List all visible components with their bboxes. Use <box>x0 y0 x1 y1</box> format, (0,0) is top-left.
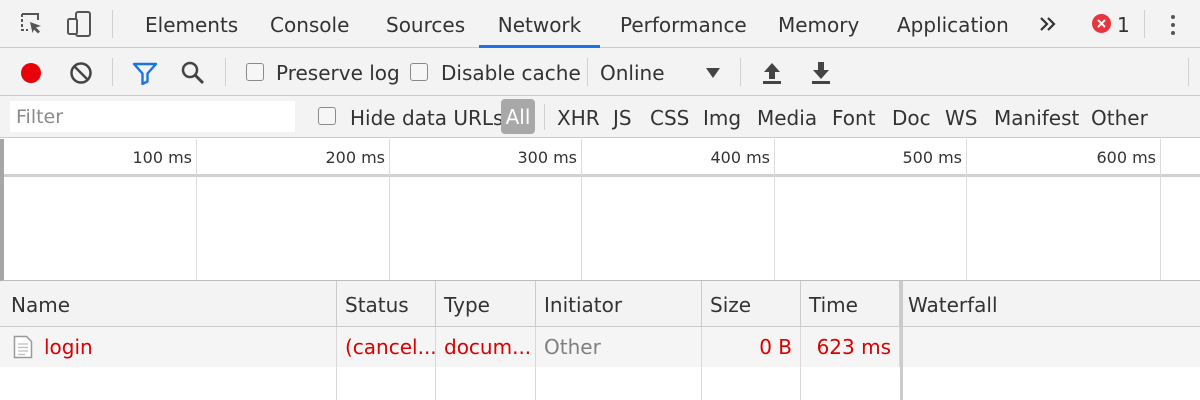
filter-icon[interactable] <box>130 58 160 88</box>
column-divider <box>701 367 702 400</box>
error-count[interactable]: 1 <box>1117 0 1130 50</box>
type-filter-doc[interactable]: Doc <box>892 96 931 140</box>
throttling-value: Online <box>600 61 665 85</box>
preserve-log-checkbox[interactable] <box>246 63 264 81</box>
column-divider <box>435 367 436 400</box>
network-request-table: Name Status Type Initiator Size Time Wat… <box>0 281 1200 400</box>
cell-type: docum... <box>436 327 536 367</box>
table-header: Name Status Type Initiator Size Time Wat… <box>0 281 1200 327</box>
cell-initiator: Other <box>536 327 702 367</box>
dropdown-arrow-icon <box>706 68 720 78</box>
type-filter-css[interactable]: CSS <box>650 96 689 140</box>
cell-time: 623 ms <box>801 327 900 367</box>
type-filter-xhr[interactable]: XHR <box>557 96 600 140</box>
timeline-gridline <box>581 139 582 280</box>
search-icon[interactable] <box>178 58 208 88</box>
toolbar-separator <box>112 10 113 38</box>
devtools-tabbar: Elements Console Sources Network Perform… <box>0 0 1200 48</box>
more-tabs-icon[interactable] <box>1034 10 1062 38</box>
column-header-status[interactable]: Status <box>337 281 436 327</box>
document-icon <box>13 335 33 359</box>
tab-sources[interactable]: Sources <box>384 0 467 48</box>
error-icon[interactable] <box>1092 14 1111 33</box>
toolbar-separator <box>225 58 226 86</box>
type-filter-img[interactable]: Img <box>703 96 741 140</box>
timeline-gridline <box>196 139 197 280</box>
network-toolbar: Preserve log Disable cache Online <box>0 48 1200 96</box>
type-filter-separator <box>544 104 545 130</box>
column-header-type[interactable]: Type <box>436 281 536 327</box>
type-filter-other[interactable]: Other <box>1091 96 1148 140</box>
record-icon[interactable] <box>16 58 46 88</box>
type-filter-ws[interactable]: WS <box>945 96 977 140</box>
export-har-icon[interactable] <box>806 58 836 88</box>
filter-input[interactable] <box>10 101 295 132</box>
tab-network[interactable]: Network <box>479 0 600 48</box>
column-divider <box>800 367 801 400</box>
hide-data-urls-label[interactable]: Hide data URLs <box>350 96 503 140</box>
type-filter-manifest[interactable]: Manifest <box>994 96 1079 140</box>
tab-memory[interactable]: Memory <box>776 0 861 48</box>
toolbar-separator <box>1144 10 1145 38</box>
hide-data-urls-checkbox[interactable] <box>318 107 336 125</box>
type-filter-all[interactable]: All <box>501 99 535 134</box>
clear-icon[interactable] <box>66 58 96 88</box>
cell-status: (cancel... <box>337 327 436 367</box>
kebab-menu-icon[interactable] <box>1164 10 1182 40</box>
timeline-gridline <box>774 139 775 280</box>
import-har-icon[interactable] <box>757 58 787 88</box>
tab-application[interactable]: Application <box>895 0 1011 48</box>
column-divider <box>535 367 536 400</box>
column-header-waterfall[interactable]: Waterfall <box>900 281 1200 327</box>
column-header-size[interactable]: Size <box>702 281 801 327</box>
toolbar-separator <box>1188 58 1189 86</box>
type-filter-font[interactable]: Font <box>832 96 876 140</box>
cell-name: login <box>0 327 337 367</box>
preserve-log-label[interactable]: Preserve log <box>276 48 400 98</box>
column-divider <box>336 367 337 400</box>
cell-waterfall <box>903 327 1200 367</box>
timeline-tick-label: 100 ms <box>132 148 192 167</box>
type-filter-media[interactable]: Media <box>757 96 817 140</box>
waterfall-divider[interactable] <box>900 281 903 400</box>
toolbar-separator <box>112 58 113 86</box>
filter-bar: Hide data URLs All XHR JS CSS Img Media … <box>0 96 1200 138</box>
inspect-element-icon[interactable] <box>18 10 46 38</box>
column-header-name[interactable]: Name <box>0 281 337 327</box>
tab-performance[interactable]: Performance <box>618 0 749 48</box>
tab-elements[interactable]: Elements <box>143 0 240 48</box>
timeline-tick-label: 400 ms <box>710 148 770 167</box>
column-header-initiator[interactable]: Initiator <box>536 281 702 327</box>
timeline-gridline <box>1160 139 1161 280</box>
timeline-tick-label: 500 ms <box>902 148 962 167</box>
device-toolbar-icon[interactable] <box>66 10 94 38</box>
toolbar-separator <box>587 58 588 86</box>
table-row[interactable]: login (cancel... docum... Other 0 B 623 … <box>0 327 1200 367</box>
timeline-overview[interactable]: 100 ms 200 ms 300 ms 400 ms 500 ms 600 m… <box>0 139 1200 281</box>
throttling-select[interactable]: Online <box>600 48 725 96</box>
request-name: login <box>44 335 93 359</box>
toolbar-separator <box>740 58 741 86</box>
disable-cache-label[interactable]: Disable cache <box>441 48 581 98</box>
timeline-gridline <box>966 139 967 280</box>
column-header-time[interactable]: Time <box>801 281 900 327</box>
cell-size: 0 B <box>702 327 801 367</box>
tab-console[interactable]: Console <box>268 0 351 48</box>
disable-cache-checkbox[interactable] <box>410 63 428 81</box>
timeline-tick-label: 600 ms <box>1096 148 1156 167</box>
type-filter-js[interactable]: JS <box>613 96 632 140</box>
timeline-tick-label: 200 ms <box>325 148 385 167</box>
timeline-tick-label: 300 ms <box>517 148 577 167</box>
timeline-gridline <box>389 139 390 280</box>
